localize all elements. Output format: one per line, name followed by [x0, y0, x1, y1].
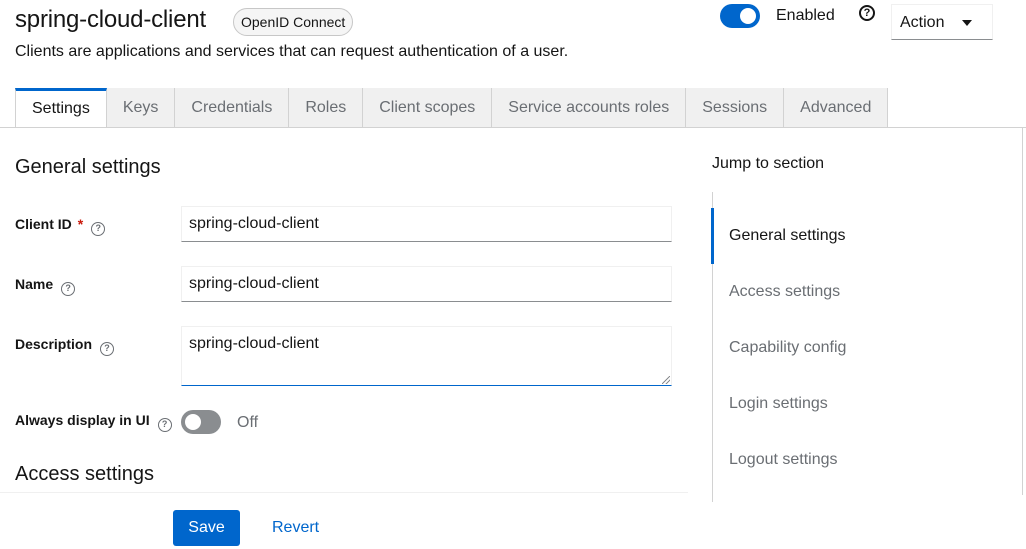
jump-item-general-settings[interactable]: General settings — [729, 227, 846, 245]
required-marker: * — [77, 216, 84, 232]
caret-down-icon — [962, 20, 972, 26]
jump-item-access-settings[interactable]: Access settings — [729, 283, 840, 301]
page-subtitle: Clients are applications and services th… — [15, 43, 569, 60]
help-icon[interactable]: ? — [91, 222, 106, 236]
always-display-label: Always display in UI? — [15, 412, 172, 432]
client-id-label: Client ID *? — [15, 216, 106, 236]
tab-roles[interactable]: Roles — [289, 88, 364, 128]
tab-advanced[interactable]: Advanced — [784, 88, 889, 128]
toggle-knob — [740, 8, 756, 24]
client-id-label-text: Client ID — [15, 216, 72, 232]
access-settings-heading: Access settings — [15, 463, 154, 485]
help-icon[interactable]: ? — [100, 342, 115, 356]
enabled-toggle[interactable] — [720, 4, 760, 28]
jump-item-login-settings[interactable]: Login settings — [729, 395, 828, 413]
jump-item-logout-settings[interactable]: Logout settings — [729, 451, 838, 469]
tab-settings[interactable]: Settings — [15, 88, 107, 128]
enabled-label: Enabled — [776, 7, 835, 24]
name-input[interactable]: spring-cloud-client — [181, 266, 672, 302]
jump-to-section-title: Jump to section — [712, 155, 825, 172]
tabs-divider — [0, 127, 1026, 128]
tab-client-scopes[interactable]: Client scopes — [363, 88, 493, 128]
description-label: Description? — [15, 336, 115, 356]
protocol-badge: OpenID Connect — [233, 8, 354, 36]
description-label-text: Description — [15, 336, 93, 352]
tab-service-accounts-roles[interactable]: Service accounts roles — [492, 88, 687, 128]
name-label: Name? — [15, 276, 76, 296]
client-id-input[interactable]: spring-cloud-client — [181, 206, 672, 242]
revert-button[interactable]: Revert — [272, 510, 319, 546]
tab-bar: Settings Keys Credentials Roles Client s… — [15, 88, 889, 128]
jump-to-section-nav: General settings Access settings Capabil… — [711, 192, 1012, 502]
resize-grip-icon[interactable] — [662, 376, 670, 384]
general-settings-heading: General settings — [15, 156, 161, 178]
help-icon[interactable]: ? — [157, 418, 172, 432]
jump-item-capability-config[interactable]: Capability config — [729, 339, 846, 357]
description-textarea[interactable]: spring-cloud-client — [181, 326, 672, 386]
name-label-text: Name — [15, 276, 54, 292]
save-button[interactable]: Save — [173, 510, 240, 546]
active-indicator — [711, 208, 714, 264]
action-dropdown-label: Action — [900, 14, 945, 31]
tab-keys[interactable]: Keys — [106, 88, 176, 128]
always-display-toggle[interactable] — [181, 410, 221, 434]
help-icon[interactable]: ? — [859, 5, 875, 21]
always-display-state: Off — [237, 414, 259, 431]
scrollbar-track[interactable] — [1022, 128, 1023, 495]
description-text: spring-cloud-client — [189, 335, 319, 352]
toggle-knob — [185, 414, 201, 430]
help-icon[interactable]: ? — [61, 282, 76, 296]
action-dropdown[interactable]: Action — [891, 4, 993, 40]
footer-divider — [0, 492, 688, 493]
page-title: spring-cloud-client — [15, 6, 206, 33]
tab-sessions[interactable]: Sessions — [686, 88, 785, 128]
tab-credentials[interactable]: Credentials — [175, 88, 290, 128]
always-display-label-text: Always display in UI — [15, 412, 150, 428]
